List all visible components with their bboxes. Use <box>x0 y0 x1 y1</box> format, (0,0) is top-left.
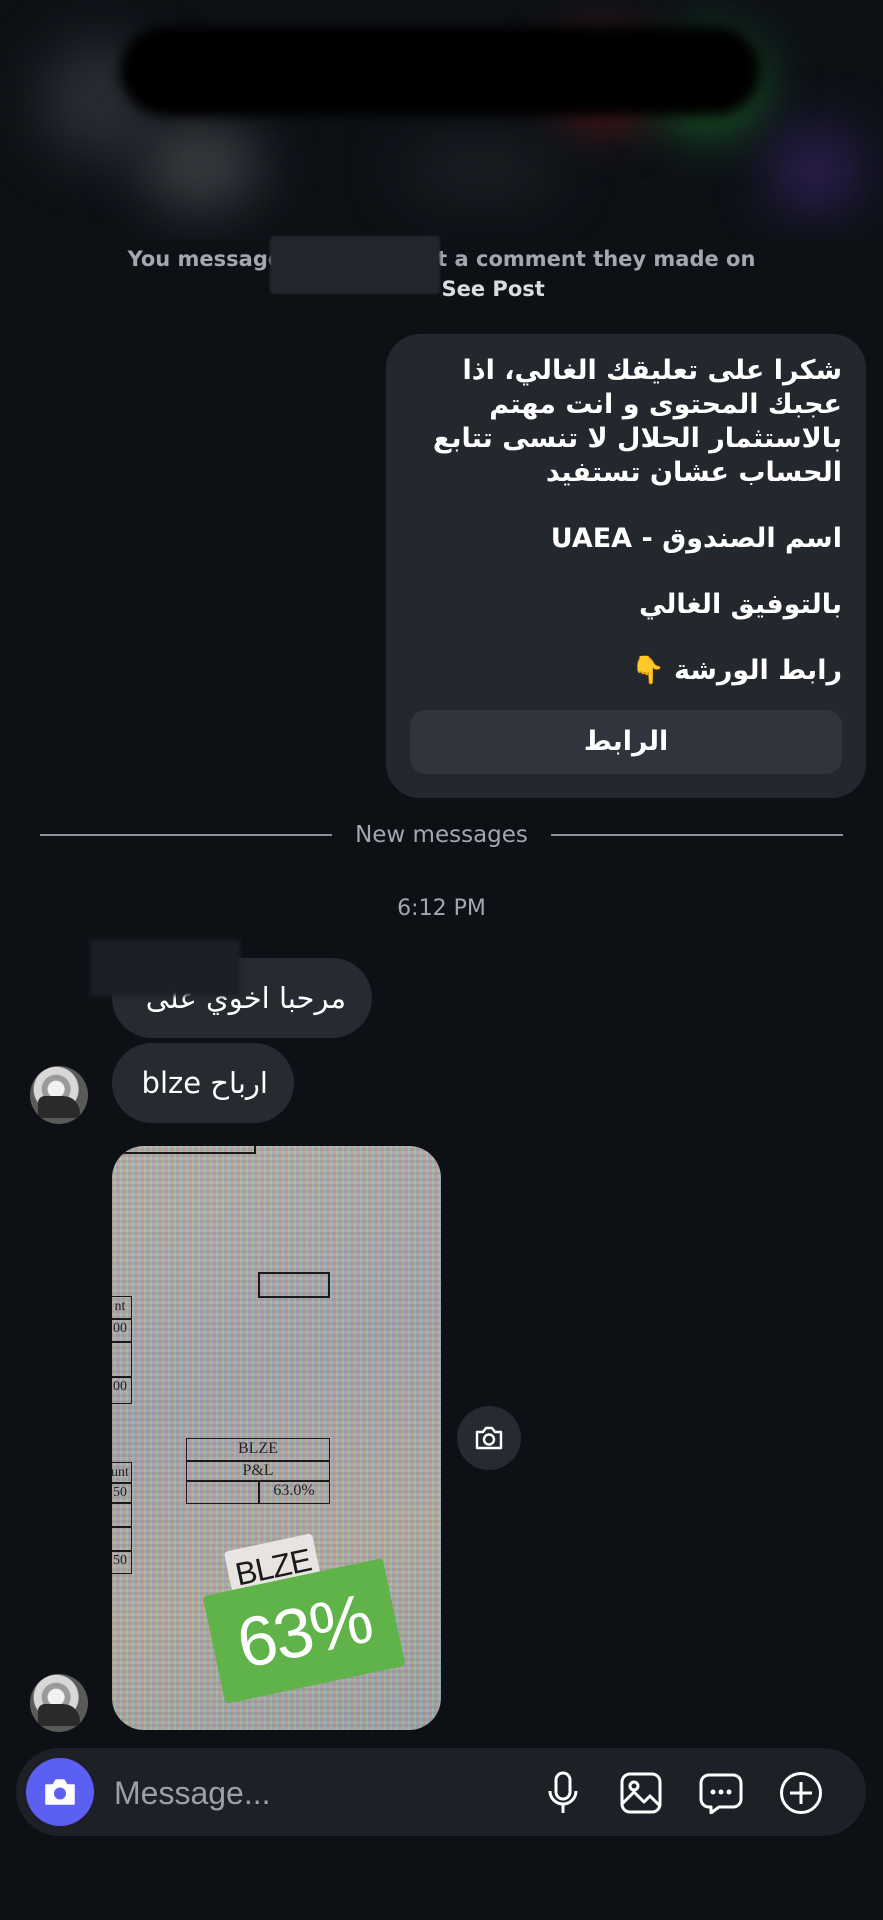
image-frame-box <box>258 1272 330 1298</box>
sent-message-line: رابط الورشة 👇 <box>630 655 842 686</box>
pl-table-cell <box>186 1480 260 1504</box>
microphone-button[interactable] <box>540 1770 586 1816</box>
image-icon <box>620 1772 662 1814</box>
divider-line-right <box>551 834 843 836</box>
redacted-overlay <box>90 940 240 996</box>
camera-icon <box>475 1426 503 1450</box>
image-frame-box <box>112 1146 256 1154</box>
new-messages-divider: New messages <box>40 818 843 852</box>
context-middle: bout a comment they made on <box>392 247 756 271</box>
sent-message-line: اسم الصندوق - UAEA <box>550 523 842 554</box>
post-context-note: You message bout a comment they made on … <box>0 244 883 304</box>
message-input[interactable] <box>112 1766 416 1820</box>
message-composer <box>16 1748 866 1836</box>
left-label: unt <box>112 1462 132 1484</box>
avatar[interactable] <box>30 1674 88 1732</box>
chat-screen: You message bout a comment they made on … <box>0 0 883 1920</box>
composer-camera-button[interactable] <box>26 1758 94 1826</box>
sent-message-bubble[interactable]: شكرا على تعليقك الغالي، اذا عجبك المحتوى… <box>386 334 866 798</box>
sent-message-text: شكرا على تعليقك الغالي، اذا عجبك المحتوى… <box>410 354 842 688</box>
pl-table-header: P&L <box>186 1460 330 1482</box>
microphone-icon <box>548 1771 578 1813</box>
left-label: 00 <box>112 1376 132 1404</box>
left-label: nt <box>112 1296 132 1320</box>
sent-message-line: شكرا على تعليقك الغالي، اذا عجبك المحتوى… <box>432 355 842 488</box>
add-button[interactable] <box>778 1770 824 1816</box>
pl-table-value: 63.0% <box>258 1480 330 1504</box>
pl-table-title: BLZE <box>186 1438 330 1462</box>
sticker-button[interactable] <box>698 1770 744 1816</box>
left-label: 50 <box>112 1482 132 1504</box>
camera-icon <box>45 1779 75 1805</box>
plus-circle-icon <box>780 1772 822 1814</box>
received-message-bubble[interactable]: ارباح blze <box>112 1043 294 1123</box>
message-timestamp: 6:12 PM <box>397 896 486 921</box>
left-cell <box>112 1342 132 1378</box>
camera-reply-button[interactable] <box>457 1406 521 1470</box>
received-message-text: ارباح blze <box>141 1066 268 1100</box>
image-message[interactable]: nt 00 00 unt 50 50 BLZE P&L 63.0% BLZE 6… <box>112 1146 441 1730</box>
left-label: 00 <box>112 1318 132 1342</box>
gallery-button[interactable] <box>618 1770 664 1816</box>
context-prefix: You message <box>127 247 283 271</box>
left-cell <box>112 1502 132 1528</box>
redacted-username <box>270 236 440 294</box>
sent-message-line: بالتوفيق الغالي <box>638 589 842 620</box>
see-post-link[interactable]: See Post <box>442 277 545 301</box>
chat-sticker-icon <box>699 1773 743 1814</box>
link-button[interactable]: الرابط <box>410 710 842 774</box>
left-cell <box>112 1526 132 1552</box>
avatar[interactable] <box>30 1066 88 1124</box>
blurred-header <box>0 0 883 240</box>
left-label: 50 <box>112 1550 132 1574</box>
